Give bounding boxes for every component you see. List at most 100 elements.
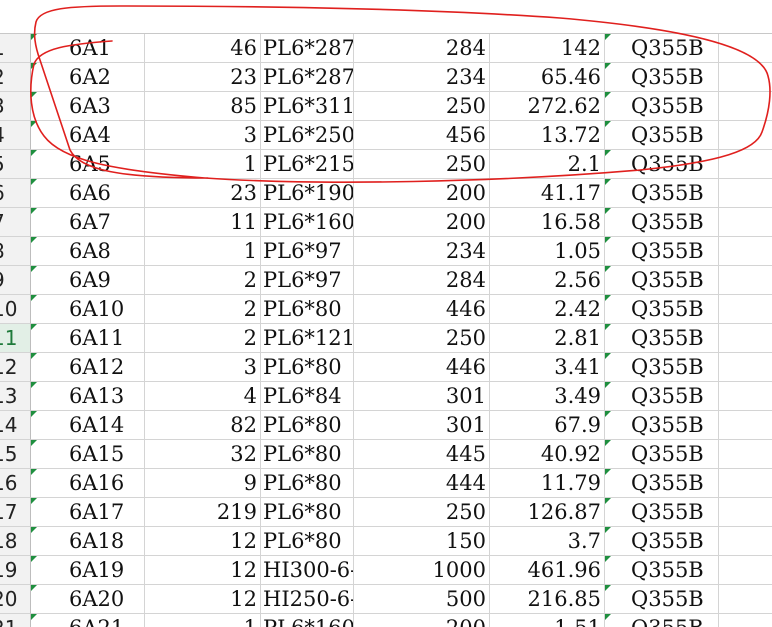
cell-c1[interactable]: 6A20	[31, 585, 145, 614]
row-number[interactable]: 15	[0, 440, 31, 469]
cell-empty[interactable]	[719, 237, 772, 266]
cell-empty[interactable]	[719, 353, 772, 382]
cell-empty[interactable]	[719, 266, 772, 295]
cell-empty[interactable]	[719, 440, 772, 469]
cell-c2[interactable]: 12	[145, 527, 261, 556]
cell-c5[interactable]: 2.42	[490, 295, 605, 324]
cell-c2[interactable]: 12	[145, 585, 261, 614]
cell-c3[interactable]: PL6*190	[261, 179, 354, 208]
cell-c3[interactable]: PL6*287	[261, 34, 354, 63]
cell-c4[interactable]: 500	[354, 585, 490, 614]
cell-c5[interactable]: 40.92	[490, 440, 605, 469]
cell-c2[interactable]: 2	[145, 266, 261, 295]
cell-empty[interactable]	[719, 469, 772, 498]
table-row[interactable]: 216A211PL6*1602001.51Q355B	[0, 614, 772, 627]
cell-c6[interactable]: Q355B	[605, 556, 719, 585]
cell-c2[interactable]: 82	[145, 411, 261, 440]
cell-c6[interactable]: Q355B	[605, 353, 719, 382]
cell-c3[interactable]: PL6*287	[261, 63, 354, 92]
cell-empty[interactable]	[719, 208, 772, 237]
cell-c6[interactable]: Q355B	[605, 324, 719, 353]
cell-c5[interactable]: 1.51	[490, 614, 605, 627]
cell-c3[interactable]: PL6*250	[261, 121, 354, 150]
cell-c5[interactable]: 2.56	[490, 266, 605, 295]
cell-c3[interactable]: PL6*215	[261, 150, 354, 179]
row-number[interactable]: 19	[0, 556, 31, 585]
cell-c4[interactable]: 284	[354, 266, 490, 295]
cell-c1[interactable]: 6A5	[31, 150, 145, 179]
cell-c4[interactable]: 234	[354, 63, 490, 92]
cell-c3[interactable]: PL6*160	[261, 614, 354, 627]
cell-c2[interactable]: 12	[145, 556, 261, 585]
table-row[interactable]: 36A385PL6*311250272.62Q355B	[0, 92, 772, 121]
cell-c4[interactable]: 200	[354, 614, 490, 627]
cell-c4[interactable]: 444	[354, 469, 490, 498]
row-number[interactable]: 21	[0, 614, 31, 627]
cell-c6[interactable]: Q355B	[605, 63, 719, 92]
cell-c3[interactable]: HI300-6-8	[261, 556, 354, 585]
cell-c1[interactable]: 6A1	[31, 34, 145, 63]
cell-empty[interactable]	[719, 150, 772, 179]
cell-c5[interactable]: 461.96	[490, 556, 605, 585]
cell-c3[interactable]: PL6*84	[261, 382, 354, 411]
cell-c3[interactable]: PL6*80	[261, 353, 354, 382]
cell-c1[interactable]: 6A8	[31, 237, 145, 266]
cell-c5[interactable]: 13.72	[490, 121, 605, 150]
cell-c2[interactable]: 11	[145, 208, 261, 237]
cell-c5[interactable]: 65.46	[490, 63, 605, 92]
cell-c3[interactable]: PL6*80	[261, 440, 354, 469]
cell-c6[interactable]: Q355B	[605, 585, 719, 614]
cell-empty[interactable]	[719, 382, 772, 411]
cell-c6[interactable]: Q355B	[605, 440, 719, 469]
table-row[interactable]: 56A51PL6*2152502.1Q355B	[0, 150, 772, 179]
cell-c1[interactable]: 6A17	[31, 498, 145, 527]
cell-c5[interactable]: 272.62	[490, 92, 605, 121]
row-number[interactable]: 2	[0, 63, 31, 92]
cell-c6[interactable]: Q355B	[605, 92, 719, 121]
row-number[interactable]: 3	[0, 92, 31, 121]
cell-c5[interactable]: 16.58	[490, 208, 605, 237]
cell-c2[interactable]: 85	[145, 92, 261, 121]
row-number[interactable]: 7	[0, 208, 31, 237]
cell-c1[interactable]: 6A7	[31, 208, 145, 237]
cell-c2[interactable]: 23	[145, 179, 261, 208]
table-row[interactable]: 206A2012HI250-6-8500216.85Q355B	[0, 585, 772, 614]
cell-empty[interactable]	[719, 498, 772, 527]
table-row[interactable]: 76A711PL6*16020016.58Q355B	[0, 208, 772, 237]
cell-c1[interactable]: 6A21	[31, 614, 145, 627]
cell-c6[interactable]: Q355B	[605, 208, 719, 237]
cell-c2[interactable]: 23	[145, 63, 261, 92]
cell-c4[interactable]: 200	[354, 208, 490, 237]
table-row[interactable]: 66A623PL6*19020041.17Q355B	[0, 179, 772, 208]
row-number[interactable]: 5	[0, 150, 31, 179]
cell-c4[interactable]: 250	[354, 324, 490, 353]
cell-c3[interactable]: PL6*121	[261, 324, 354, 353]
cell-c6[interactable]: Q355B	[605, 382, 719, 411]
cell-c6[interactable]: Q355B	[605, 266, 719, 295]
cell-c3[interactable]: PL6*97	[261, 266, 354, 295]
cell-c5[interactable]: 1.05	[490, 237, 605, 266]
cell-c3[interactable]: PL6*80	[261, 527, 354, 556]
cell-c4[interactable]: 445	[354, 440, 490, 469]
cell-c6[interactable]: Q355B	[605, 179, 719, 208]
cell-c6[interactable]: Q355B	[605, 237, 719, 266]
cell-c2[interactable]: 219	[145, 498, 261, 527]
cell-c3[interactable]: PL6*80	[261, 295, 354, 324]
cell-c4[interactable]: 446	[354, 295, 490, 324]
cell-c4[interactable]: 446	[354, 353, 490, 382]
row-number[interactable]: 17	[0, 498, 31, 527]
cell-c6[interactable]: Q355B	[605, 295, 719, 324]
cell-c2[interactable]: 3	[145, 121, 261, 150]
table-row[interactable]: 116A112PL6*1212502.81Q355B	[0, 324, 772, 353]
row-number[interactable]: 11	[0, 324, 31, 353]
cell-empty[interactable]	[719, 34, 772, 63]
row-number[interactable]: 14	[0, 411, 31, 440]
cell-c1[interactable]: 6A13	[31, 382, 145, 411]
cell-c6[interactable]: Q355B	[605, 469, 719, 498]
cell-empty[interactable]	[719, 63, 772, 92]
cell-empty[interactable]	[719, 324, 772, 353]
row-number[interactable]: 13	[0, 382, 31, 411]
cell-c5[interactable]: 2.81	[490, 324, 605, 353]
cell-empty[interactable]	[719, 556, 772, 585]
cell-c4[interactable]: 456	[354, 121, 490, 150]
